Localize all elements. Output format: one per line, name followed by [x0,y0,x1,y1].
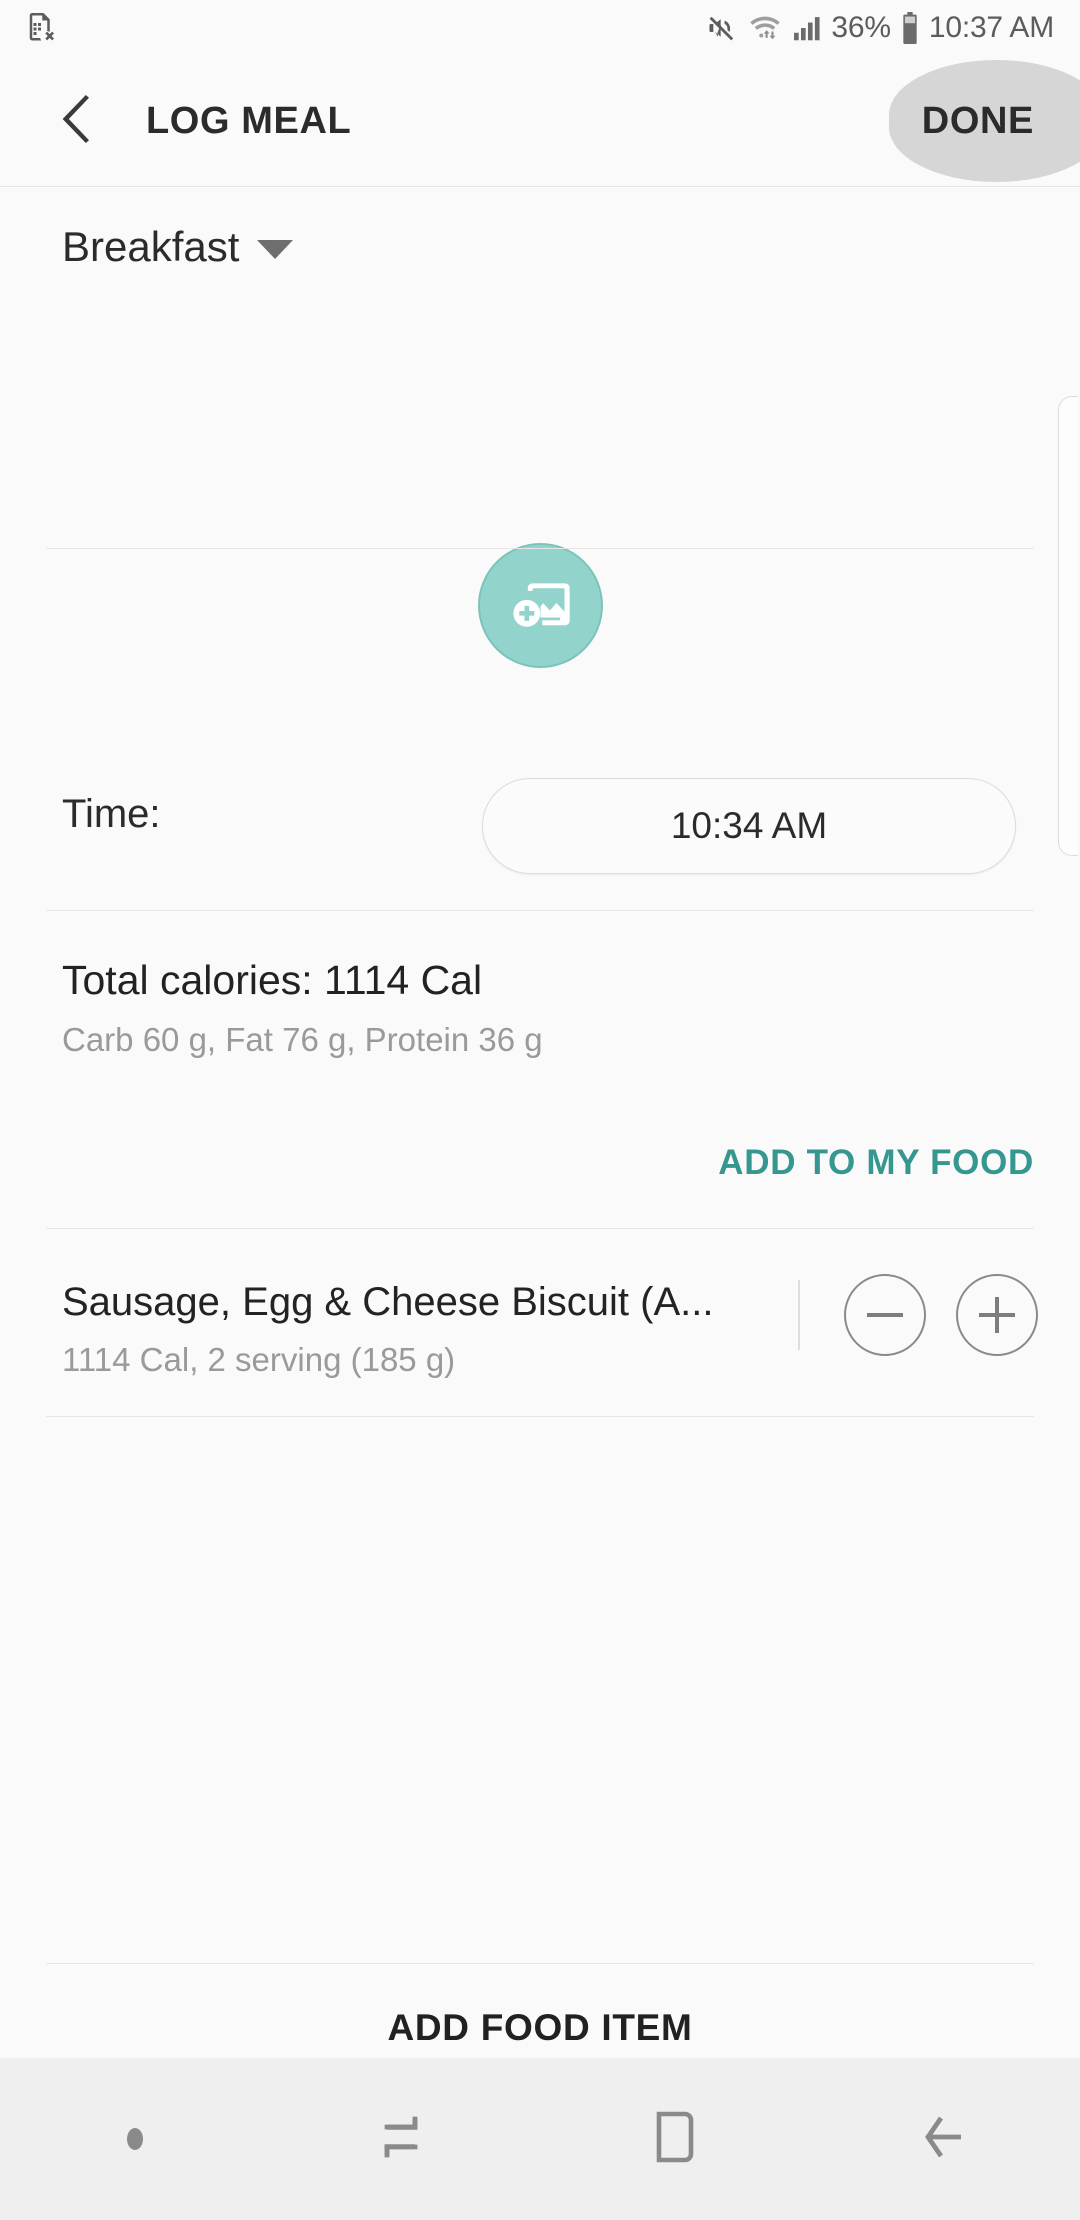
nav-recents-button[interactable] [270,2058,540,2220]
total-calories-label: Total calories: 1114 Cal [62,957,483,1003]
meal-type-selector[interactable]: Breakfast [62,223,294,270]
status-bar-right: 36% 10:37 AM [706,12,1054,44]
macros-label: Carb 60 g, Fat 76 g, Protein 36 g [62,1021,543,1058]
divider-above-calories [46,910,1034,911]
done-button[interactable]: DONE [922,56,1034,186]
chevron-down-icon [257,240,294,259]
vertical-scrollbar[interactable] [1058,396,1078,856]
main-content: Breakfast Time: 10:34 AM Total calories:… [0,188,1080,2058]
status-bar-left [26,11,56,45]
back-chevron-icon [55,93,99,150]
mute-icon [706,12,738,44]
no-sim-card-icon [26,11,56,45]
nav-home-icon [649,2108,701,2171]
nav-dot-indicator [0,2058,270,2220]
nav-recents-icon [377,2109,433,2170]
nav-back-button[interactable] [810,2058,1080,2220]
divider-above-food-list [46,1228,1034,1229]
nav-home-button[interactable] [540,2058,810,2220]
battery-percent-label: 36% [831,11,891,44]
battery-icon [900,12,920,44]
meal-type-label: Breakfast [62,223,240,270]
calorie-summary: Total calories: 1114 Cal Carb 60 g, Fat … [62,957,543,1058]
increase-quantity-button[interactable] [956,1274,1038,1356]
decrease-quantity-button[interactable] [844,1274,926,1356]
time-row: Time: 10:34 AM [0,748,1080,908]
add-to-my-food-button[interactable]: ADD TO MY FOOD [718,1143,1034,1183]
divider-below-food-list [46,1416,1034,1417]
back-button[interactable] [38,82,116,160]
nav-dot-icon [127,2128,143,2150]
stepper-divider [798,1280,800,1350]
clock-label: 10:37 AM [928,11,1054,44]
time-label: Time: [62,792,161,836]
add-photo-icon [510,572,572,639]
food-name-label: Sausage, Egg & Cheese Biscuit (A... [62,1280,714,1324]
nav-back-icon [917,2112,973,2167]
add-photo-button[interactable] [478,543,603,668]
time-value: 10:34 AM [670,805,828,846]
app-screen: 36% 10:37 AM LOG MEAL DONE Breakfast Tim… [0,0,1080,2220]
page-title: LOG MEAL [146,99,352,142]
system-navigation-bar [0,2058,1080,2220]
signal-bars-icon [792,13,822,43]
quantity-stepper [798,1274,1038,1356]
divider-above-time [46,548,1034,549]
food-list-item[interactable]: Sausage, Egg & Cheese Biscuit (A... 1114… [0,1238,1080,1416]
time-picker-field[interactable]: 10:34 AM [482,778,1016,874]
wifi-icon [747,12,783,44]
app-bar: LOG MEAL DONE [0,56,1080,187]
food-detail-label: 1114 Cal, 2 serving (185 g) [62,1341,456,1378]
status-bar: 36% 10:37 AM [0,0,1080,56]
